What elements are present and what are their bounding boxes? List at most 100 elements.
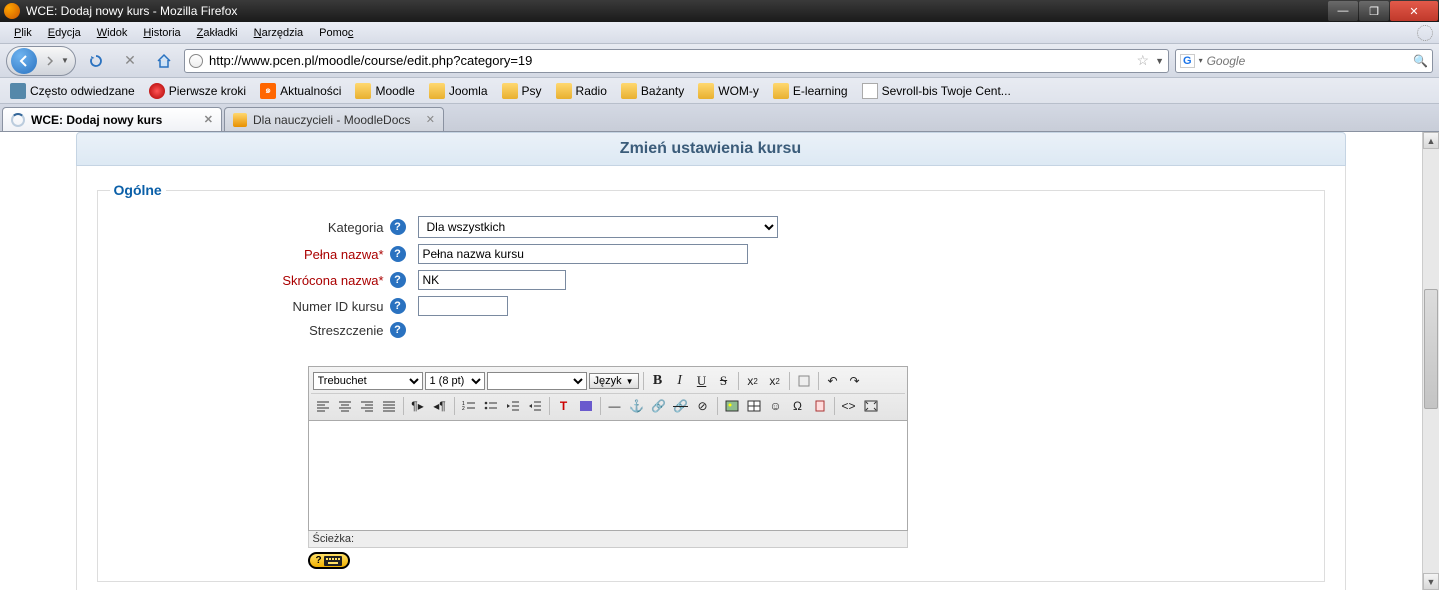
bookmark-icon xyxy=(149,83,165,99)
bookmark-sevroll[interactable]: Sevroll-bis Twoje Cent... xyxy=(856,81,1017,101)
help-icon[interactable]: ? xyxy=(390,272,406,288)
editor-align-justify-button[interactable] xyxy=(379,396,399,416)
menu-widok[interactable]: Widok xyxy=(89,25,136,41)
editor-anchor-button[interactable]: ⚓ xyxy=(627,396,647,416)
tab-close-icon[interactable]: ✕ xyxy=(204,113,213,126)
editor-char-button[interactable]: Ω xyxy=(788,396,808,416)
editor-ul-button[interactable] xyxy=(481,396,501,416)
menu-narzedzia[interactable]: Narzędzia xyxy=(246,25,312,41)
editor-superscript-button[interactable]: x2 xyxy=(765,371,785,391)
editor-unlink-button[interactable]: 🔗 xyxy=(671,396,691,416)
editor-font-select[interactable]: Trebuchet xyxy=(313,372,423,390)
help-icon[interactable]: ? xyxy=(390,322,406,338)
menu-plik[interactable]: Plik xyxy=(6,25,40,41)
editor-rtl-button[interactable]: ◂¶ xyxy=(430,396,450,416)
menu-zakladki[interactable]: Zakładki xyxy=(189,25,246,41)
scroll-track[interactable] xyxy=(1423,149,1439,573)
back-button[interactable] xyxy=(11,48,37,74)
url-input[interactable] xyxy=(209,53,1131,68)
window-maximize-button[interactable]: ❐ xyxy=(1359,1,1389,21)
category-select[interactable]: Dla wszystkich xyxy=(418,216,778,238)
window-minimize-button[interactable]: — xyxy=(1328,1,1358,21)
editor-outdent-button[interactable] xyxy=(503,396,523,416)
tab-moodledocs[interactable]: Dla nauczycieli - MoodleDocs ✕ xyxy=(224,107,444,131)
editor-underline-button[interactable]: U xyxy=(692,371,712,391)
url-history-dropdown-icon[interactable]: ▼ xyxy=(1155,56,1164,66)
history-dropdown-button[interactable]: ▼ xyxy=(61,56,71,65)
editor-undo-button[interactable]: ↶ xyxy=(823,371,843,391)
bookmark-bazanty[interactable]: Bażanty xyxy=(615,81,690,101)
shortname-input[interactable] xyxy=(418,270,566,290)
scroll-up-button[interactable]: ▲ xyxy=(1423,132,1439,149)
window-title: WCE: Dodaj nowy kurs - Mozilla Firefox xyxy=(24,4,1328,18)
tab-close-icon[interactable]: ✕ xyxy=(426,113,435,126)
search-engine-icon[interactable]: G xyxy=(1180,54,1195,68)
editor-ltr-button[interactable]: ¶▸ xyxy=(408,396,428,416)
bookmark-psy[interactable]: Psy xyxy=(496,81,548,101)
editor-italic-button[interactable]: I xyxy=(670,371,690,391)
editor-textarea[interactable] xyxy=(308,421,908,531)
scroll-thumb[interactable] xyxy=(1424,289,1438,409)
editor-bold-button[interactable]: B xyxy=(648,371,668,391)
bookmark-pierwsze-kroki[interactable]: Pierwsze kroki xyxy=(143,81,252,101)
editor-textcolor-button[interactable]: T xyxy=(554,396,574,416)
page-title: Zmień ustawienia kursu xyxy=(620,140,801,158)
editor-html-button[interactable]: <> xyxy=(839,396,859,416)
editor-size-select[interactable]: 1 (8 pt) xyxy=(425,372,485,390)
bookmark-star-icon[interactable]: ☆ xyxy=(1137,52,1150,69)
editor-align-left-button[interactable] xyxy=(313,396,333,416)
editor-hr-button[interactable]: — xyxy=(605,396,625,416)
bookmark-czesto-odwiedzane[interactable]: Często odwiedzane xyxy=(4,81,141,101)
editor-image-button[interactable] xyxy=(722,396,742,416)
label-shortname: Skrócona nazwa* xyxy=(110,273,390,288)
editor-redo-button[interactable]: ↷ xyxy=(845,371,865,391)
help-icon[interactable]: ? xyxy=(390,246,406,262)
editor-strike-button[interactable]: S xyxy=(714,371,734,391)
editor-link-button[interactable]: 🔗 xyxy=(649,396,669,416)
editor-indent-button[interactable] xyxy=(525,396,545,416)
bookmark-joomla[interactable]: Joomla xyxy=(423,81,494,101)
search-bar[interactable]: G ▾ 🔍 xyxy=(1175,49,1433,73)
scroll-down-button[interactable]: ▼ xyxy=(1423,573,1439,590)
label-fullname: Pełna nazwa* xyxy=(110,247,390,262)
editor-style-select[interactable] xyxy=(487,372,587,390)
editor-lang-button[interactable]: Język▼ xyxy=(589,373,639,389)
stop-button[interactable]: ✕ xyxy=(116,47,144,75)
tab-wce-dodaj[interactable]: WCE: Dodaj nowy kurs ✕ xyxy=(2,107,222,131)
editor-bgcolor-button[interactable] xyxy=(576,396,596,416)
bookmark-radio[interactable]: Radio xyxy=(550,81,613,101)
forward-button[interactable] xyxy=(41,52,59,70)
menu-historia[interactable]: Historia xyxy=(135,25,188,41)
editor-subscript-button[interactable]: x2 xyxy=(743,371,763,391)
editor-ol-button[interactable]: 12 xyxy=(459,396,479,416)
bookmark-elearning[interactable]: E-learning xyxy=(767,81,854,101)
back-forward-group: ▼ xyxy=(6,46,76,76)
window-close-button[interactable]: ✕ xyxy=(1390,1,1438,21)
search-input[interactable] xyxy=(1207,54,1409,68)
vertical-scrollbar[interactable]: ▲ ▼ xyxy=(1422,132,1439,590)
fullname-input[interactable] xyxy=(418,244,748,264)
editor-clean-button[interactable] xyxy=(794,371,814,391)
editor-nolink-button[interactable]: ⊘ xyxy=(693,396,713,416)
help-icon[interactable]: ? xyxy=(390,298,406,314)
menu-pomoc[interactable]: Pomoc xyxy=(311,25,361,41)
editor-search-button[interactable] xyxy=(810,396,830,416)
editor-table-button[interactable] xyxy=(744,396,764,416)
editor-align-center-button[interactable] xyxy=(335,396,355,416)
help-icon[interactable]: ? xyxy=(390,219,406,235)
search-submit-icon[interactable]: 🔍 xyxy=(1413,54,1428,68)
bookmark-womy[interactable]: WOM-y xyxy=(692,81,765,101)
home-button[interactable] xyxy=(150,47,178,75)
idnumber-input[interactable] xyxy=(418,296,508,316)
editor-fullscreen-button[interactable] xyxy=(861,396,881,416)
editor-align-right-button[interactable] xyxy=(357,396,377,416)
reload-button[interactable] xyxy=(82,47,110,75)
menu-edycja[interactable]: Edycja xyxy=(40,25,89,41)
editor-keyboard-badge[interactable]: ? xyxy=(308,552,350,569)
editor-smiley-button[interactable]: ☺ xyxy=(766,396,786,416)
search-engine-dropdown-icon[interactable]: ▾ xyxy=(1199,56,1203,65)
bookmark-moodle[interactable]: Moodle xyxy=(349,81,420,101)
bookmark-aktualnosci[interactable]: ๑Aktualności xyxy=(254,81,347,101)
url-bar[interactable]: ☆ ▼ xyxy=(184,49,1169,73)
site-identity-icon[interactable] xyxy=(189,54,203,68)
